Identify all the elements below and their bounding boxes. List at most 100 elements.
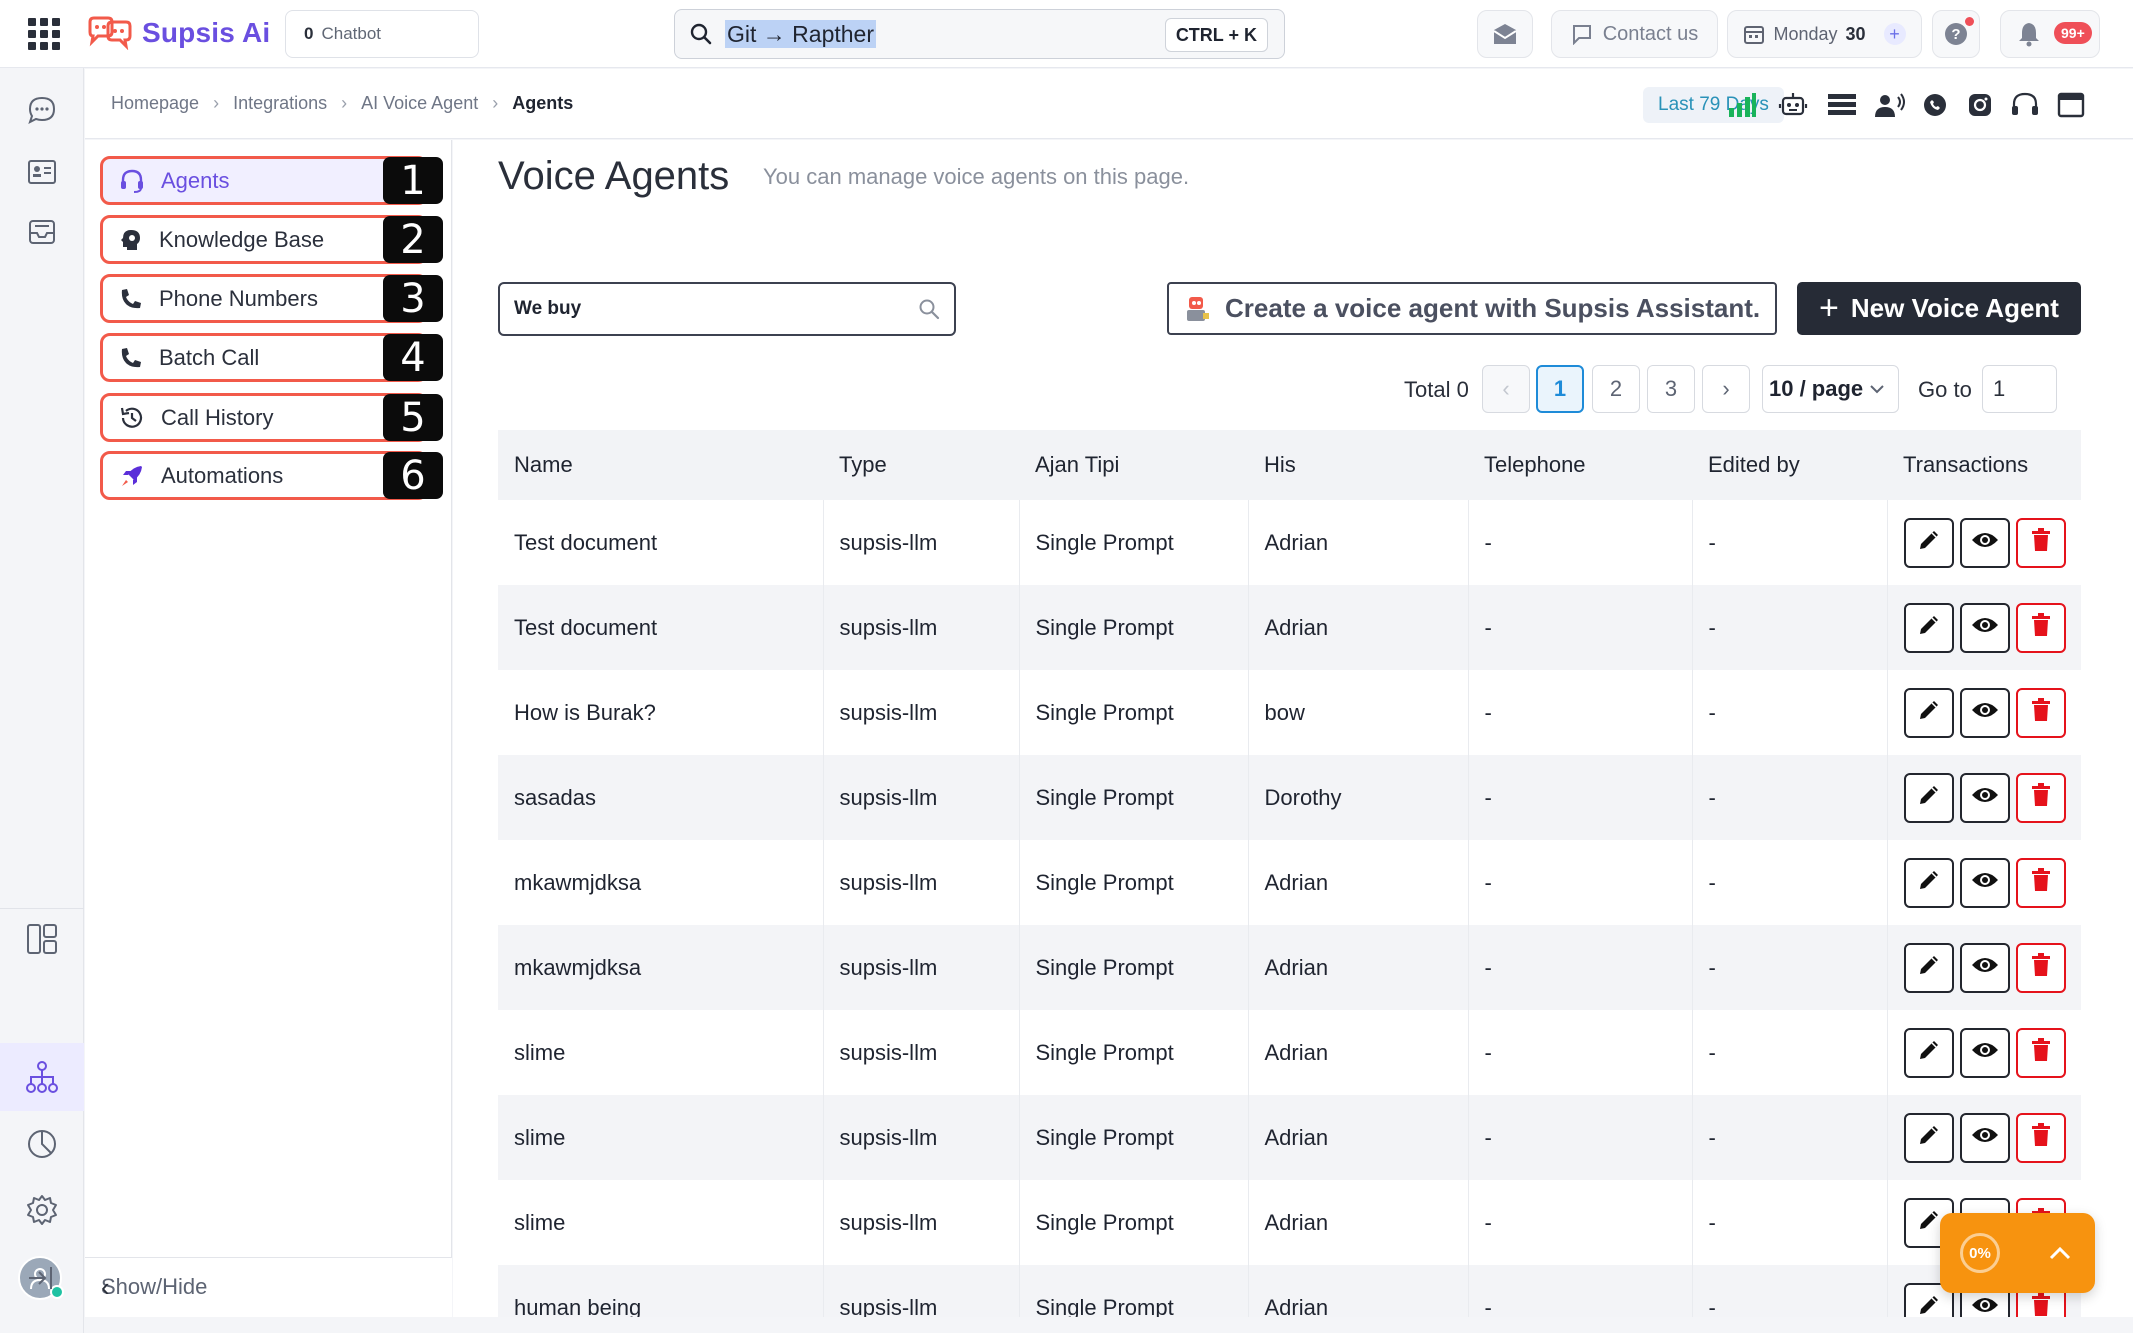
menu-item-knowledge-base[interactable]: Knowledge Base 2 <box>100 215 443 264</box>
edit-button[interactable] <box>1903 942 1954 993</box>
window-icon[interactable] <box>2055 89 2087 121</box>
column-header-name[interactable]: Name <box>498 430 823 500</box>
chat-bubble-icon <box>1572 25 1591 45</box>
chatbot-selector[interactable]: 0 Chatbot <box>285 10 479 58</box>
view-button[interactable] <box>1959 1027 2010 1078</box>
view-button[interactable] <box>1959 687 2010 738</box>
menu-item-batch-call[interactable]: Batch Call 4 <box>100 333 443 382</box>
archive-icon[interactable] <box>22 212 62 252</box>
menu-item-agents[interactable]: Agents 1 <box>100 156 443 205</box>
settings-gear-icon[interactable] <box>22 1190 62 1230</box>
column-header-his[interactable]: His <box>1248 430 1468 500</box>
page-size-value: 10 / page <box>1769 376 1864 401</box>
pencil-icon <box>1916 952 1942 984</box>
menu-item-automations[interactable]: Automations 6 <box>100 451 443 500</box>
help-button[interactable]: ? <box>1932 10 1980 58</box>
inbox-button[interactable] <box>1477 10 1533 58</box>
support-headset-icon[interactable] <box>2009 89 2041 121</box>
whatsapp-icon[interactable] <box>1919 89 1951 121</box>
app-logo[interactable]: Supsis Ai <box>86 12 270 54</box>
row-actions <box>1903 687 2082 738</box>
view-button[interactable] <box>1959 772 2010 823</box>
next-page-button[interactable]: › <box>1702 365 1750 413</box>
cell-name: How is Burak? <box>498 670 824 755</box>
column-header-edited-by[interactable]: Edited by <box>1692 430 1887 500</box>
delete-button[interactable] <box>2015 602 2066 653</box>
table-header-row: Name Type Ajan Tipi His Telephone Edited… <box>498 430 2081 500</box>
table-row[interactable]: Test document supsis-llm Single Prompt Adri… <box>498 500 2081 585</box>
edit-button[interactable] <box>1903 772 1954 823</box>
conversations-icon[interactable] <box>22 90 62 130</box>
page-1-button[interactable]: 1 <box>1536 365 1584 413</box>
phone-icon <box>121 288 141 308</box>
table-row[interactable]: How is Burak? supsis-llm Single Prompt bow -… <box>498 670 2081 755</box>
delete-button[interactable] <box>2015 687 2066 738</box>
menu-item-phone-numbers[interactable]: Phone Numbers 3 <box>100 274 443 323</box>
column-header-type[interactable]: Type <box>823 430 1019 500</box>
view-button[interactable] <box>1959 1112 2010 1163</box>
breadcrumb-item-homepage[interactable]: Homepage <box>111 93 199 114</box>
column-header-telephone[interactable]: Telephone <box>1468 430 1692 500</box>
list-menu-icon[interactable] <box>1826 89 1858 121</box>
chevron-left-icon[interactable]: ‹ <box>101 1272 426 1303</box>
goto-page-input[interactable]: 1 <box>1982 365 2057 413</box>
page-2-button[interactable]: 2 <box>1592 365 1640 413</box>
eye-icon <box>1970 784 2000 812</box>
collapse-rail-icon[interactable] <box>22 1258 62 1298</box>
cell-agent-type: Single Prompt <box>1019 1010 1249 1095</box>
integrations-icon[interactable] <box>22 1057 62 1097</box>
cell-his: Dorothy <box>1248 755 1469 840</box>
table-row[interactable]: slime supsis-llm Single Prompt Adrian - - <box>498 1010 2081 1095</box>
chevron-up-icon[interactable] <box>2040 1233 2080 1273</box>
progress-widget[interactable]: 0% <box>1940 1213 2095 1293</box>
breadcrumb-item-integrations[interactable]: Integrations <box>233 93 327 114</box>
view-button[interactable] <box>1959 857 2010 908</box>
bot-icon[interactable] <box>1777 89 1809 121</box>
table-row[interactable]: slime supsis-llm Single Prompt Adrian - - <box>498 1095 2081 1180</box>
page-3-button[interactable]: 3 <box>1647 365 1695 413</box>
edit-button[interactable] <box>1903 687 1954 738</box>
delete-button[interactable] <box>2015 857 2066 908</box>
agent-search-input[interactable]: We buy <box>498 282 956 336</box>
contacts-card-icon[interactable] <box>22 152 62 192</box>
delete-button[interactable] <box>2015 942 2066 993</box>
prev-page-button[interactable]: ‹ <box>1482 365 1530 413</box>
edit-button[interactable] <box>1903 517 1954 568</box>
edit-button[interactable] <box>1903 857 1954 908</box>
page-size-select[interactable]: 10 / page <box>1762 365 1899 413</box>
table-row[interactable]: slime supsis-llm Single Prompt Adrian - - <box>498 1180 2081 1265</box>
new-voice-agent-button[interactable]: + New Voice Agent <box>1797 282 2081 335</box>
view-button[interactable] <box>1959 942 2010 993</box>
delete-button[interactable] <box>2015 1112 2066 1163</box>
global-search-input[interactable]: Git → Rapther CTRL + K <box>674 9 1285 59</box>
voice-user-icon[interactable] <box>1874 89 1906 121</box>
instagram-icon[interactable] <box>1964 89 1996 121</box>
edit-button[interactable] <box>1903 602 1954 653</box>
show-hide-toggle[interactable]: Show/Hide ‹ <box>85 1257 452 1317</box>
table-row[interactable]: mkawmjdksa supsis-llm Single Prompt Adrian -… <box>498 840 2081 925</box>
delete-button[interactable] <box>2015 517 2066 568</box>
apps-grid-icon[interactable] <box>28 18 60 50</box>
menu-item-call-history[interactable]: Call History 5 <box>100 393 443 442</box>
date-picker[interactable]: Monday 30 + <box>1727 10 1922 58</box>
create-with-assistant-button[interactable]: Create a voice agent with Supsis Assista… <box>1167 282 1777 335</box>
breadcrumb-item-ai-voice-agent[interactable]: AI Voice Agent <box>361 93 478 114</box>
table-row[interactable]: sasadas supsis-llm Single Prompt Dorothy - - <box>498 755 2081 840</box>
edit-button[interactable] <box>1903 1027 1954 1078</box>
dashboard-layout-icon[interactable] <box>22 919 62 959</box>
signal-bars-icon[interactable] <box>1726 89 1758 121</box>
cell-name: slime <box>498 1095 824 1180</box>
column-header-agent-type[interactable]: Ajan Tipi <box>1019 430 1248 500</box>
edit-button[interactable] <box>1903 1112 1954 1163</box>
table-row[interactable]: mkawmjdksa supsis-llm Single Prompt Adrian -… <box>498 925 2081 1010</box>
contact-us-button[interactable]: Contact us <box>1551 10 1718 58</box>
reports-pie-icon[interactable] <box>22 1124 62 1164</box>
add-event-icon[interactable]: + <box>1883 23 1906 45</box>
view-button[interactable] <box>1959 517 2010 568</box>
date-range-button[interactable]: Last 79 Days <box>1643 87 1784 123</box>
table-row[interactable]: Test document supsis-llm Single Prompt Adri… <box>498 585 2081 670</box>
view-button[interactable] <box>1959 602 2010 653</box>
delete-button[interactable] <box>2015 1027 2066 1078</box>
table-row[interactable]: human being supsis-llm Single Prompt Adrian… <box>498 1265 2081 1317</box>
delete-button[interactable] <box>2015 772 2066 823</box>
